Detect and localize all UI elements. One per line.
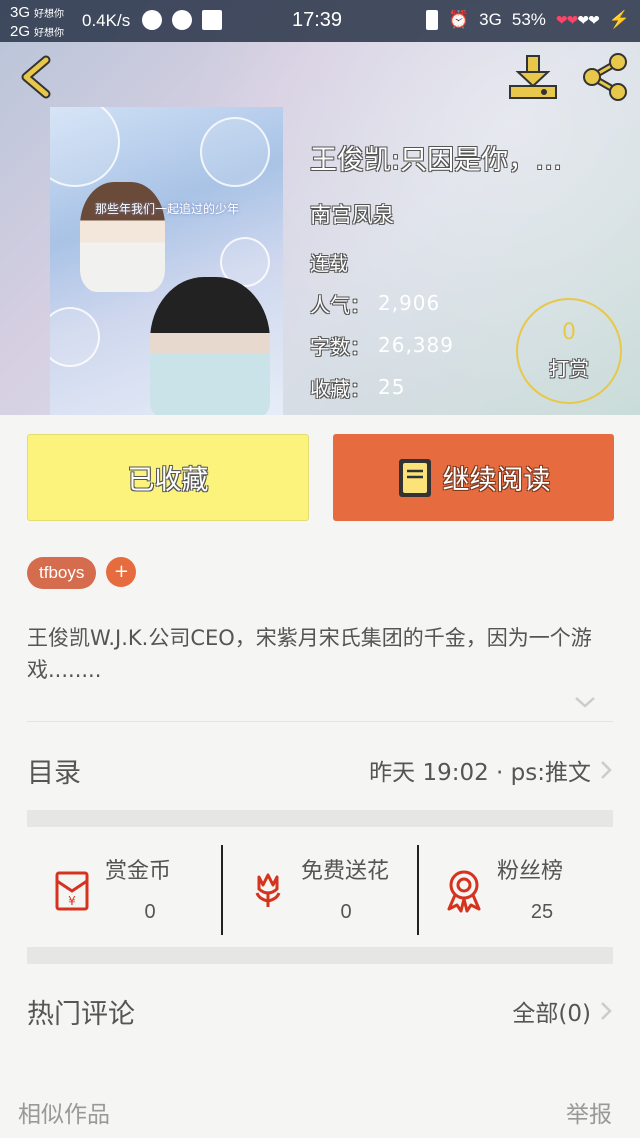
book-status: 连载 xyxy=(310,253,349,275)
report-button[interactable]: 举报 xyxy=(566,1095,612,1129)
divider xyxy=(27,721,613,722)
tip-label: 打赏 xyxy=(549,357,589,381)
chevron-down-icon[interactable] xyxy=(572,692,598,712)
stat-value: 25 xyxy=(530,901,554,923)
tag-list: tfboys + xyxy=(27,557,137,589)
network-type: 3G xyxy=(479,10,502,29)
hot-comments-row[interactable]: 热门评论 全部(0) xyxy=(27,985,613,1037)
charging-icon: ⚡ xyxy=(608,10,630,29)
add-tag-button[interactable]: + xyxy=(106,557,137,587)
favorited-button[interactable]: 已收藏 xyxy=(27,434,309,521)
sim1-network: 3G xyxy=(10,4,31,21)
stat-label: 免费送花 xyxy=(301,859,390,884)
chevron-right-icon xyxy=(601,1002,612,1020)
download-icon[interactable] xyxy=(506,52,560,102)
table-of-contents-row[interactable]: 目录 昨天 19:02 · ps:推文 xyxy=(27,745,613,795)
svg-text:¥: ¥ xyxy=(68,894,76,908)
battery-saver-icon xyxy=(426,10,438,30)
tip-count: 0 xyxy=(562,320,576,345)
toc-latest: 昨天 19:02 · ps:推文 xyxy=(369,753,613,787)
popularity-value: 2,906 xyxy=(378,291,441,315)
sim2-carrier: 好想你 xyxy=(34,28,65,39)
favorites-value: 25 xyxy=(378,375,406,399)
stat-value: 0 xyxy=(340,901,352,923)
book-title: 王俊凯:只因是你，… xyxy=(310,145,563,176)
favorited-label: 已收藏 xyxy=(127,465,209,496)
stats-panel: ¥ 赏金币 0 免费送花 0 粉丝榜 25 xyxy=(27,845,613,935)
all-comments-label: 全部(0) xyxy=(512,1001,591,1027)
section-separator xyxy=(27,810,613,827)
sim1-carrier: 好想你 xyxy=(34,9,65,20)
sim2-network: 2G xyxy=(10,23,31,40)
book-author[interactable]: 南宫凤泉 xyxy=(310,199,640,229)
book-cover[interactable]: 那些年我们一起追过的少年 xyxy=(50,107,283,415)
hot-comments-label: 热门评论 xyxy=(27,998,135,1030)
wordcount-label: 字数 xyxy=(310,334,350,359)
sim-info: 3G 好想你 2G 好想你 xyxy=(10,4,64,42)
similar-works-label[interactable]: 相似作品 xyxy=(18,1095,110,1129)
cover-bubble xyxy=(200,117,270,187)
cover-figure-girl xyxy=(150,277,270,415)
red-envelope-icon: ¥ xyxy=(55,871,89,911)
weibo-icon xyxy=(172,10,192,30)
stat-label: 粉丝榜 xyxy=(497,859,564,884)
stat-fan-ranking[interactable]: 粉丝榜 25 xyxy=(417,845,613,935)
storage-icon xyxy=(202,10,222,30)
book-header: 3G 好想你 2G 好想你 0.4K/s 17:39 ⏰ 3G 53% ❤❤❤❤ ⚡ xyxy=(0,0,640,415)
tag-item[interactable]: tfboys xyxy=(27,557,97,589)
section-separator xyxy=(27,947,613,964)
network-speed: 0.4K/s xyxy=(82,11,131,30)
toc-label: 目录 xyxy=(27,757,81,789)
chevron-right-icon xyxy=(601,761,612,779)
wordcount-value: 26,389 xyxy=(378,333,454,357)
ribbon-medal-icon xyxy=(447,870,481,913)
battery-percent: 53% xyxy=(511,10,546,29)
continue-reading-label: 继续阅读 xyxy=(442,465,551,496)
stat-gold-coins[interactable]: ¥ 赏金币 0 xyxy=(27,845,221,935)
battery-hearts-icon: ❤❤❤❤ xyxy=(555,11,600,28)
continue-reading-button[interactable]: 继续阅读 xyxy=(333,434,614,521)
stat-label: 赏金币 xyxy=(105,859,172,884)
tip-button[interactable]: 0 打赏 xyxy=(516,298,622,404)
stat-free-flowers[interactable]: 免费送花 0 xyxy=(221,845,417,935)
book-description: 王俊凯W.J.K.公司CEO，宋紫月宋氏集团的千金，因为一个游戏........ xyxy=(27,626,592,682)
notification-icon xyxy=(142,10,162,30)
status-right: ⏰ 3G 53% ❤❤❤❤ ⚡ xyxy=(426,10,630,30)
back-icon[interactable] xyxy=(14,52,60,102)
cover-caption: 那些年我们一起追过的少年 xyxy=(95,202,240,216)
alarm-icon: ⏰ xyxy=(448,10,470,29)
clock: 17:39 xyxy=(292,9,343,31)
status-bar: 3G 好想你 2G 好想你 0.4K/s 17:39 ⏰ 3G 53% ❤❤❤❤ ⚡ xyxy=(0,0,640,42)
flower-icon xyxy=(255,873,281,907)
stat-value: 0 xyxy=(144,901,156,923)
favorites-label: 收藏 xyxy=(310,376,350,401)
popularity-label: 人气 xyxy=(310,292,350,317)
latest-chapter: 昨天 19:02 · ps:推文 xyxy=(369,760,591,786)
cover-bubble xyxy=(50,107,120,187)
cover-bubble xyxy=(50,307,100,367)
all-comments-link[interactable]: 全部(0) xyxy=(512,994,613,1028)
share-icon[interactable] xyxy=(578,52,632,102)
book-icon xyxy=(398,458,431,497)
